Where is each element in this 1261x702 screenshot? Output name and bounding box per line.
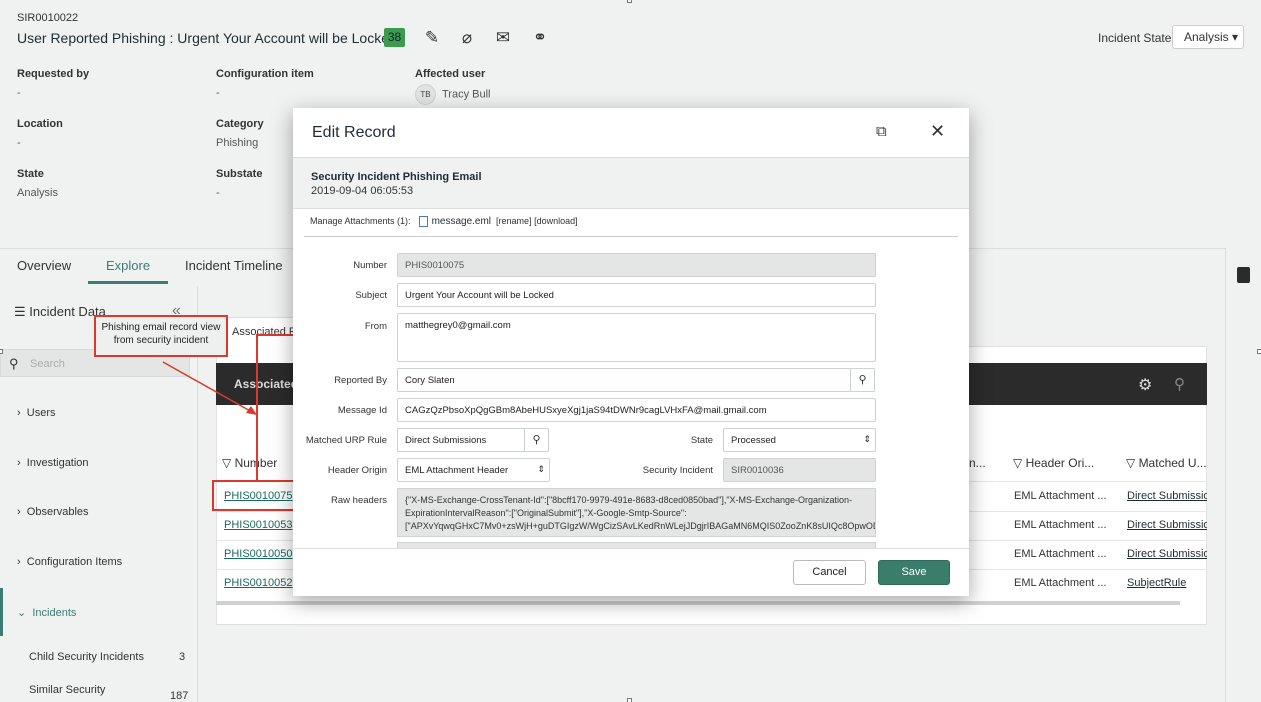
- modal-title: Edit Record: [312, 124, 396, 141]
- edit-record-modal: Edit Record ⧉ ✕ Security Incident Phishi…: [293, 108, 969, 596]
- matched-urp-rule-label: Matched URP Rule: [305, 435, 387, 446]
- annotation-arrow-line: [162, 361, 253, 413]
- modal-record-summary: Security Incident Phishing Email 2019-09…: [293, 157, 969, 209]
- reported-by-search-icon[interactable]: ⚲: [850, 368, 875, 392]
- security-incident-label: Security Incident: [642, 465, 713, 476]
- from-field[interactable]: matthegrey0@gmail.com: [397, 313, 876, 362]
- state-label: State: [690, 435, 713, 446]
- matched-urp-rule-field[interactable]: Direct Submissions: [397, 428, 525, 452]
- raw-headers-label: Raw headers: [331, 495, 387, 506]
- resize-handle[interactable]: [627, 0, 632, 3]
- select-arrows-icon: ⇕: [863, 434, 871, 444]
- number-label: Number: [353, 260, 387, 271]
- attachments-label[interactable]: Manage Attachments (1):: [310, 216, 411, 226]
- reported-by-field[interactable]: Cory Slaten: [397, 368, 851, 392]
- from-label: From: [364, 321, 387, 332]
- open-external-icon[interactable]: ⧉: [876, 123, 887, 140]
- modal-footer: [293, 548, 969, 596]
- attachment-actions[interactable]: [rename] [download]: [496, 216, 578, 226]
- reported-by-label: Reported By: [334, 375, 387, 386]
- attachment-filename[interactable]: message.eml: [432, 216, 491, 227]
- message-id-field[interactable]: CAGzQzPbsoXpQgGBm8AbeHUSxyeXgj1jaS94tDWN…: [397, 398, 876, 422]
- security-incident-field[interactable]: SIR0010036: [723, 458, 876, 482]
- close-icon[interactable]: ✕: [930, 121, 945, 142]
- record-timestamp: 2019-09-04 06:05:53: [311, 185, 414, 197]
- highlight-box: [212, 480, 299, 511]
- divider: [304, 236, 958, 237]
- number-field[interactable]: PHIS0010075: [397, 253, 876, 277]
- matched-urp-search-icon[interactable]: ⚲: [524, 428, 549, 452]
- subject-label: Subject: [355, 290, 387, 301]
- subject-field[interactable]: Urgent Your Account will be Locked: [397, 283, 876, 307]
- state-select[interactable]: Processed ⇕: [723, 428, 876, 452]
- resize-handle[interactable]: [0, 349, 3, 354]
- annotation-arrowhead: [246, 406, 257, 415]
- resize-handle[interactable]: [1257, 349, 1261, 354]
- cancel-button[interactable]: Cancel: [793, 560, 866, 585]
- resize-handle[interactable]: [627, 698, 632, 702]
- record-type: Security Incident Phishing Email: [311, 171, 482, 183]
- raw-headers-field[interactable]: {"X-MS-Exchange-CrossTenant-Id":["8bcff1…: [397, 488, 876, 537]
- message-id-label: Message Id: [337, 405, 387, 416]
- attachments-row: Manage Attachments (1): message.eml [rena…: [310, 216, 578, 228]
- annotation-callout: Phishing email record view from security…: [94, 315, 228, 357]
- select-arrows-icon: ⇕: [537, 464, 545, 474]
- file-icon: [418, 216, 428, 228]
- header-origin-select[interactable]: EML Attachment Header ⇕: [397, 458, 550, 482]
- save-button[interactable]: Save: [878, 560, 950, 585]
- header-origin-label: Header Origin: [327, 465, 387, 476]
